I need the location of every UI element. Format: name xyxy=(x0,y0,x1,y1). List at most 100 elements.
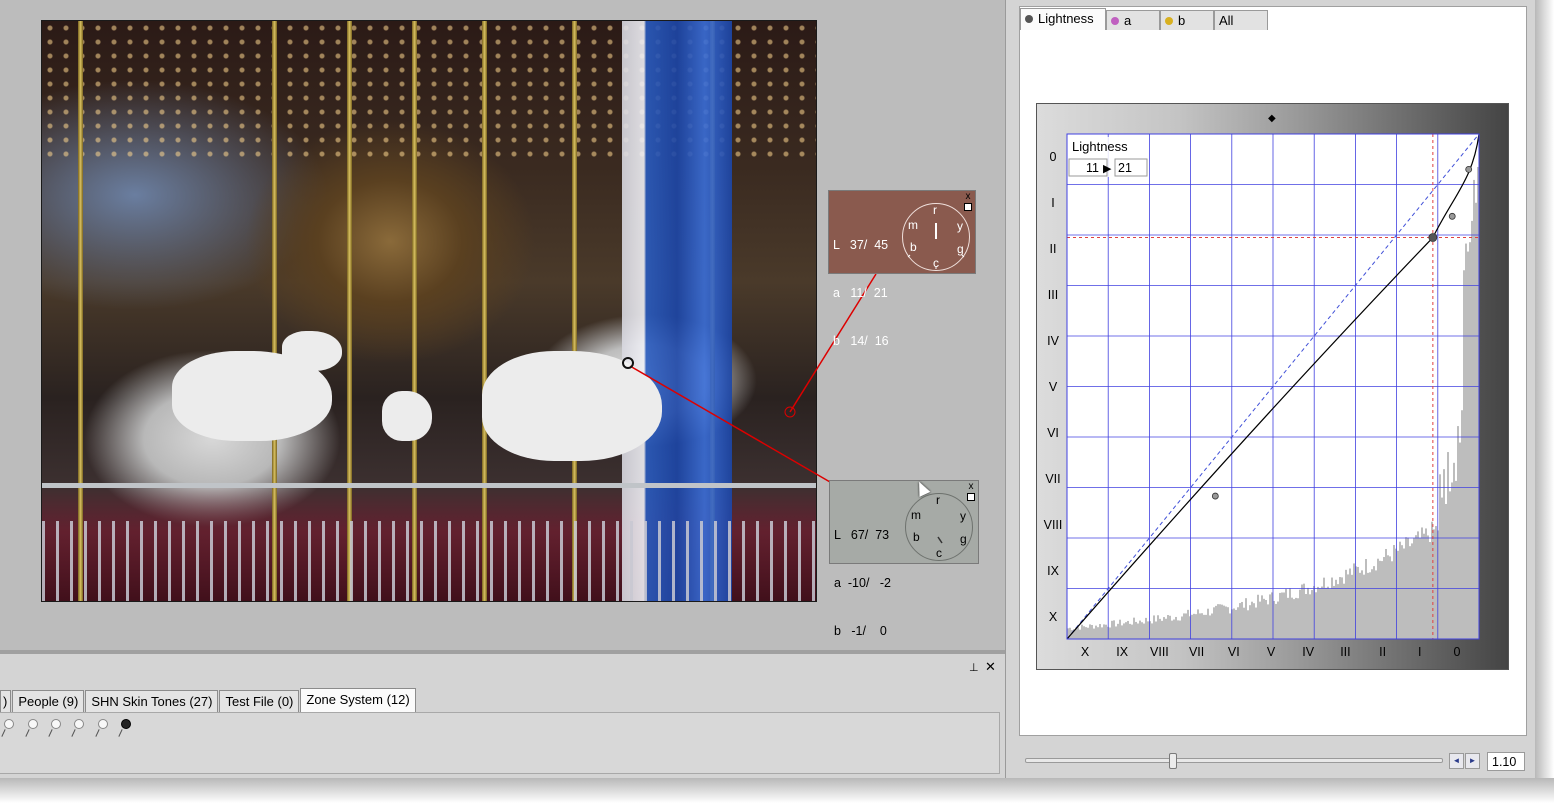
histogram-bar xyxy=(1265,600,1267,639)
brass-rail xyxy=(42,483,816,488)
color-sampler-marker[interactable] xyxy=(622,357,634,369)
zoom-decrease-icon[interactable]: ◄ xyxy=(1449,753,1464,769)
histogram-bar xyxy=(1217,604,1219,639)
histogram-bar xyxy=(1245,598,1247,639)
zone-label: VI xyxy=(1047,426,1059,440)
curve-value-box: Lightness 11 ▶ 21 xyxy=(1068,137,1148,177)
lab-row-b: b -1/ 0 xyxy=(834,624,887,638)
histogram-bar xyxy=(1191,614,1193,639)
zoom-slider-thumb[interactable] xyxy=(1169,753,1177,769)
pushpin-icon[interactable]: ⊥ xyxy=(969,661,979,674)
tab-b[interactable]: b xyxy=(1160,10,1214,30)
dial-needle-icon xyxy=(937,536,943,544)
curve-control-point[interactable] xyxy=(1448,212,1456,220)
zoom-value-field[interactable]: 1.10 xyxy=(1487,752,1525,771)
curve-input-value[interactable]: 11 xyxy=(1086,161,1099,175)
histogram-bar xyxy=(1179,620,1181,639)
histogram-bar xyxy=(1093,628,1095,639)
histogram-bar xyxy=(1247,610,1249,639)
histogram-bar xyxy=(1089,624,1091,639)
swatch-set-panel: ⊥ ✕ ) People (9) SHN Skin Tones (27) Tes… xyxy=(0,650,1005,778)
histogram-bar xyxy=(1337,584,1339,639)
swatch-pin-icon[interactable] xyxy=(98,719,108,729)
histogram-bar xyxy=(1101,627,1103,639)
tab-a[interactable]: a xyxy=(1106,10,1160,30)
tab-truncated[interactable]: ) xyxy=(0,690,12,712)
histogram-bar xyxy=(1287,597,1289,639)
tab-shn-skin-tones[interactable]: SHN Skin Tones (27) xyxy=(85,690,219,712)
histogram-bar xyxy=(1155,621,1157,639)
histogram-bar xyxy=(1223,605,1225,639)
curve-control-point[interactable] xyxy=(1465,165,1473,173)
carousel-horse xyxy=(482,351,662,461)
zoom-slider[interactable] xyxy=(1025,758,1443,763)
histogram-bar xyxy=(1383,557,1385,639)
tab-people[interactable]: People (9) xyxy=(12,690,85,712)
histogram-bar xyxy=(1203,614,1205,639)
histogram-bar xyxy=(1471,220,1473,639)
histogram-bar xyxy=(1157,615,1159,639)
histogram-bar xyxy=(1279,592,1281,639)
zone-label: VII xyxy=(1189,645,1204,659)
histogram-bar xyxy=(1373,566,1375,639)
histogram-bar xyxy=(1387,555,1389,639)
histogram-bar xyxy=(1153,615,1155,639)
histogram-bar xyxy=(1291,597,1293,639)
histogram-bar xyxy=(1209,615,1211,639)
histogram-bar xyxy=(1303,583,1305,639)
curve-output-value[interactable]: 21 xyxy=(1118,161,1132,175)
histogram-bar xyxy=(1227,607,1229,639)
hue-dial-icon: r y g c b m xyxy=(902,203,970,271)
curve-control-point[interactable] xyxy=(1211,492,1219,500)
tab-zone-system[interactable]: Zone System (12) xyxy=(300,688,416,712)
carousel-photo[interactable] xyxy=(41,20,817,602)
curve-control-point[interactable] xyxy=(1428,233,1438,242)
histogram-bar xyxy=(1435,526,1437,639)
carousel-horse xyxy=(382,391,432,441)
zone-label: IX xyxy=(1047,564,1059,578)
color-readout-2[interactable]: x L 67/ 73 a -10/ -2 b -1/ 0 r y g c b m xyxy=(829,480,979,638)
histogram-bar xyxy=(1187,609,1189,639)
window-shadow xyxy=(1535,0,1554,803)
histogram-bar xyxy=(1319,588,1321,639)
histogram-bar xyxy=(1095,625,1097,639)
brass-pole xyxy=(412,21,417,601)
histogram-bar xyxy=(1267,604,1269,639)
histogram-bar xyxy=(1163,617,1165,639)
histogram-bar xyxy=(1367,572,1369,639)
histogram-bar xyxy=(1139,620,1141,639)
tab-all[interactable]: All xyxy=(1214,10,1268,30)
histogram-bar xyxy=(1423,533,1425,639)
close-icon[interactable]: x xyxy=(963,192,973,202)
swatch-pin-icon[interactable] xyxy=(28,719,38,729)
histogram-bar xyxy=(1207,608,1209,639)
histogram-bar xyxy=(1169,615,1171,639)
tab-test-file[interactable]: Test File (0) xyxy=(219,690,300,712)
histogram-bar xyxy=(1305,594,1307,639)
tab-label: Lightness xyxy=(1038,11,1094,26)
close-icon[interactable]: ✕ xyxy=(985,659,996,675)
histogram-bar xyxy=(1083,626,1085,639)
histogram-bar xyxy=(1195,614,1197,639)
histogram-bar xyxy=(1365,559,1367,639)
swatch-pin-icon[interactable] xyxy=(74,719,84,729)
histogram-bar xyxy=(1121,625,1123,639)
swatch-pin-icon[interactable] xyxy=(4,719,14,729)
color-readout-1[interactable]: x L 37/ 45 a 11/ 21 b 14/ 16 r y g c b m xyxy=(828,190,976,348)
curve-editor[interactable]: ◆ 0 I II III IV V VI VII VIII IX X X IX VIII VII VI V IV… xyxy=(1036,103,1509,670)
lab-row-l: L 37/ 45 xyxy=(833,238,889,252)
curve-graph[interactable]: 0IIIIIIIVVVIVIIVIIIIXX X IX VIII VII VI V IV II… xyxy=(1037,104,1510,671)
histogram-bar xyxy=(1225,606,1227,639)
swatch-pin-icon[interactable] xyxy=(51,719,61,729)
zoom-increase-icon[interactable]: ► xyxy=(1465,753,1480,769)
tab-label: a xyxy=(1124,13,1132,28)
zone-label: VII xyxy=(1045,472,1060,486)
histogram-bar xyxy=(1361,570,1363,639)
histogram-bar xyxy=(1233,608,1235,639)
tab-lightness[interactable]: Lightness xyxy=(1020,8,1106,30)
zone-label: VIII xyxy=(1044,518,1063,532)
histogram-bar xyxy=(1289,588,1291,639)
close-icon[interactable]: x xyxy=(966,482,976,492)
zone-axis-left: 0IIIIIIIVVVIVIIVIIIIXX xyxy=(1044,150,1063,624)
swatch-pin-icon[interactable] xyxy=(121,719,131,729)
